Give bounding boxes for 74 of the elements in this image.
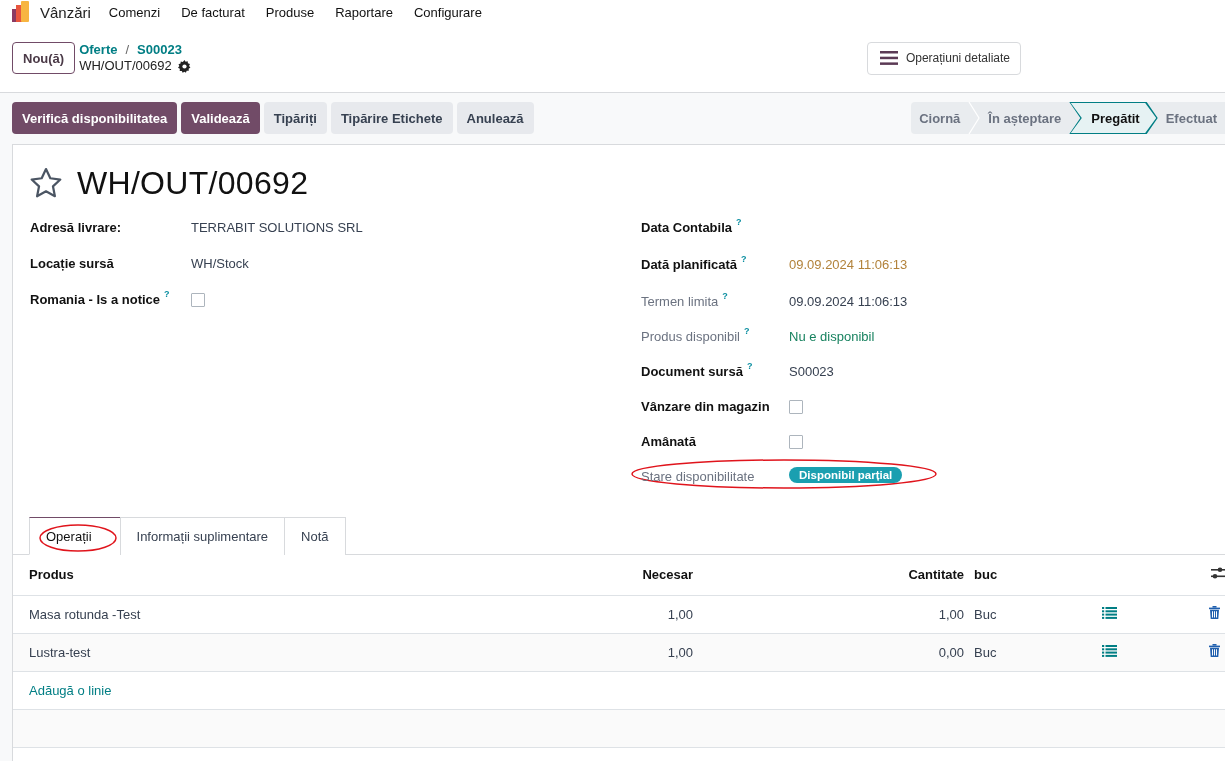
field-value: 09.09.2024 11:06:13 bbox=[789, 293, 908, 309]
checkbox[interactable] bbox=[191, 293, 205, 307]
menu-item[interactable]: Configurare bbox=[414, 4, 482, 20]
table-cell: 1,00 bbox=[573, 595, 697, 633]
help-tooltip-mark[interactable]: ? bbox=[736, 217, 742, 227]
help-tooltip-mark[interactable]: ? bbox=[741, 254, 747, 264]
record-name: WH/OUT/00692 bbox=[79, 58, 172, 74]
action-button[interactable]: Validează bbox=[181, 102, 260, 134]
field-label: Amânată bbox=[641, 434, 696, 449]
breadcrumb-link[interactable]: S00023 bbox=[137, 42, 182, 58]
menu-item[interactable]: Comenzi bbox=[108, 4, 161, 20]
field-label: Document sursă bbox=[641, 364, 743, 379]
status-step[interactable]: Ciornă bbox=[911, 102, 969, 134]
help-tooltip-mark[interactable]: ? bbox=[164, 289, 170, 299]
field-value: Nu e disponibil bbox=[789, 328, 875, 344]
table-cell: Buc bbox=[968, 633, 1098, 671]
detail-list-icon[interactable] bbox=[1102, 644, 1117, 657]
record-title: WH/OUT/00692 bbox=[77, 164, 309, 202]
field-label: Termen limita bbox=[641, 294, 719, 309]
field-label: Stare disponibilitate bbox=[641, 469, 755, 484]
help-tooltip-mark[interactable]: ? bbox=[722, 291, 728, 301]
status-step[interactable]: În așteptare bbox=[980, 102, 1070, 134]
app-name[interactable]: Vânzări bbox=[40, 3, 91, 21]
new-button[interactable]: Nou(ă) bbox=[12, 42, 76, 74]
field-label: Data Contabila bbox=[641, 220, 732, 235]
table-cell: 0,00 bbox=[697, 633, 968, 671]
add-line-link[interactable]: Adăugă o linie bbox=[29, 682, 112, 698]
settings-sliders-icon[interactable] bbox=[1211, 566, 1225, 581]
action-button[interactable]: Tipăriți bbox=[263, 102, 327, 134]
menu-icon bbox=[879, 51, 898, 65]
column-header: Produs bbox=[13, 555, 573, 595]
action-button[interactable]: Tipărire Etichete bbox=[330, 102, 453, 134]
detailed-operations-button[interactable]: Operațiuni detaliate bbox=[866, 41, 1021, 75]
help-tooltip-mark[interactable]: ? bbox=[744, 326, 750, 336]
help-tooltip-mark[interactable]: ? bbox=[746, 361, 753, 371]
gear-icon[interactable] bbox=[177, 59, 191, 73]
status-badge: Disponibil parțial bbox=[789, 467, 903, 483]
table-cell: Lustra-test bbox=[13, 633, 573, 671]
field-value: TERRABIT SOLUTIONS SRL bbox=[191, 219, 363, 235]
trash-icon[interactable] bbox=[1209, 606, 1220, 619]
status-step[interactable]: Pregătit bbox=[1069, 102, 1158, 134]
table-cell: 1,00 bbox=[573, 633, 697, 671]
action-button[interactable]: Verifică disponibilitatea bbox=[12, 102, 178, 134]
status-step[interactable]: Efectuat bbox=[1157, 102, 1225, 134]
menu-item[interactable]: Raportare bbox=[335, 4, 393, 20]
field-value: S00023 bbox=[789, 363, 834, 379]
field-value: WH/Stock bbox=[191, 255, 249, 271]
table-cell: Masa rotunda -Test bbox=[13, 595, 573, 633]
field-value: 09.09.2024 11:06:13 bbox=[789, 256, 908, 272]
checkbox[interactable] bbox=[789, 435, 803, 449]
column-header: buc bbox=[968, 555, 1098, 595]
trash-icon[interactable] bbox=[1209, 644, 1220, 657]
table-cell: Buc bbox=[968, 595, 1098, 633]
menu-item[interactable]: De facturat bbox=[181, 4, 245, 20]
tab[interactable]: Notă bbox=[284, 517, 346, 555]
breadcrumb-link[interactable]: Oferte bbox=[79, 42, 118, 58]
menu-item[interactable]: Produse bbox=[265, 4, 315, 20]
app-logo-icon bbox=[10, 1, 32, 23]
breadcrumb-separator: / bbox=[125, 42, 130, 58]
detail-list-icon[interactable] bbox=[1102, 606, 1117, 619]
field-label: Dată planificată bbox=[641, 257, 738, 272]
field-label: Adresă livrare: bbox=[30, 220, 122, 235]
tab[interactable]: Operații bbox=[29, 517, 121, 555]
column-header: Necesar bbox=[573, 555, 697, 595]
field-label: Locație sursă bbox=[30, 256, 114, 271]
action-button[interactable]: Anulează bbox=[456, 102, 534, 134]
column-header: Cantitate bbox=[697, 555, 968, 595]
field-label: Vânzare din magazin bbox=[641, 399, 770, 414]
field-label: Romania - Is a notice bbox=[30, 292, 161, 307]
tab[interactable]: Informații suplimentare bbox=[119, 517, 286, 555]
star-icon[interactable] bbox=[29, 167, 63, 199]
checkbox[interactable] bbox=[789, 400, 803, 414]
field-label: Produs disponibil bbox=[641, 329, 740, 344]
table-cell: 1,00 bbox=[697, 595, 968, 633]
